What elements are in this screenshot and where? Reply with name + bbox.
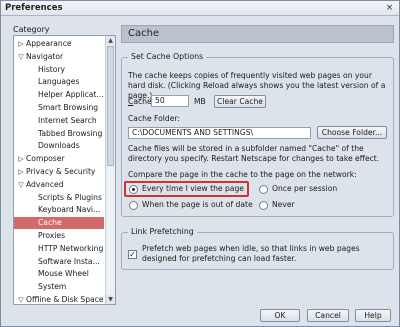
radio-out-of-date[interactable] <box>129 201 138 210</box>
category-item-label: Cache <box>38 218 62 228</box>
link-prefetch-title: Link Prefetching <box>128 227 197 236</box>
category-item-label: Downloads <box>38 141 80 151</box>
category-item-label: Scripts & Plugins <box>38 192 102 202</box>
category-item[interactable]: ▽ Offline & Disk Space <box>14 294 104 304</box>
category-item[interactable]: Tabbed Browsing <box>14 128 104 140</box>
category-item-label: Offline & Disk Space <box>26 295 104 304</box>
category-item[interactable]: Cache <box>14 217 104 230</box>
category-item[interactable]: Languages <box>14 76 104 88</box>
category-item[interactable]: HTTP Networking <box>14 243 104 255</box>
category-item-label: Privacy & Security <box>26 167 96 176</box>
title-bar: Preferences × <box>1 1 399 16</box>
category-item[interactable]: Mouse Wheel <box>14 268 104 280</box>
category-item-label: HTTP Networking <box>38 243 104 253</box>
collapsed-twisty-icon[interactable]: ▷ <box>16 153 26 165</box>
category-item[interactable]: Internet Search <box>14 115 104 127</box>
compare-label: Compare the page in the cache to the pag… <box>128 170 357 179</box>
category-item[interactable]: ▷ Privacy & Security <box>14 166 104 178</box>
category-item-label: Smart Browsing <box>38 103 99 112</box>
category-item[interactable]: Software Insta... <box>14 256 104 268</box>
radio-never-label[interactable]: Never <box>272 200 295 210</box>
cache-folder-note: Cache files will be stored in a subfolde… <box>128 144 380 163</box>
radio-once-per-session[interactable] <box>259 185 268 194</box>
category-item-label: Advanced <box>26 179 64 189</box>
category-item-label: Mouse Wheel <box>38 269 89 279</box>
category-item[interactable]: Smart Browsing <box>14 102 104 114</box>
ok-button[interactable]: OK <box>260 309 300 322</box>
category-item[interactable]: System <box>14 281 104 293</box>
category-item-label: Keyboard Navi... <box>38 205 101 215</box>
category-label: Category <box>13 25 50 34</box>
category-scrollbar[interactable]: ▲ ▼ <box>105 36 115 304</box>
radio-every-time[interactable] <box>129 185 138 194</box>
category-item-label: System <box>38 282 67 292</box>
category-item[interactable]: ▷ Appearance <box>14 38 104 50</box>
category-item[interactable]: History <box>14 64 104 76</box>
collapsed-twisty-icon[interactable]: ▷ <box>16 38 26 50</box>
help-button[interactable]: Help <box>355 309 391 322</box>
category-item[interactable]: ▷ Composer <box>14 153 104 165</box>
category-item[interactable]: Keyboard Navi... <box>14 204 104 216</box>
preferences-window: Preferences × Category ▽ Offline & Disk S… <box>0 0 400 327</box>
window-title: Preferences <box>5 3 63 13</box>
expanded-twisty-icon[interactable]: ▽ <box>16 294 26 304</box>
expanded-twisty-icon[interactable]: ▽ <box>16 179 26 191</box>
choose-folder-button[interactable]: Choose Folder... <box>317 126 387 139</box>
radio-never[interactable] <box>259 201 268 210</box>
collapsed-twisty-icon[interactable]: ▷ <box>16 166 26 178</box>
cache-folder-input[interactable]: C:\DOCUMENTS AND SETTINGS\ <box>128 127 311 139</box>
panel-header: Cache <box>121 25 394 43</box>
category-item-label: History <box>38 64 66 74</box>
category-item[interactable]: Scripts & Plugins <box>14 192 104 204</box>
category-item-label: Software Insta... <box>38 256 100 266</box>
cache-size-input[interactable]: 50 <box>151 95 189 107</box>
category-item-label: Navigator <box>26 51 64 61</box>
category-item-label: Languages <box>38 77 80 87</box>
cache-options-title: Set Cache Options <box>128 52 207 61</box>
category-item[interactable]: Helper Applicat... <box>14 89 104 101</box>
category-item[interactable]: Downloads <box>14 140 104 152</box>
radio-every-time-label[interactable]: Every time I view the page <box>142 184 244 194</box>
radio-once-label[interactable]: Once per session <box>272 184 337 194</box>
category-item[interactable]: ▽ Advanced <box>14 179 104 191</box>
category-item-label: Helper Applicat... <box>38 90 104 100</box>
close-icon[interactable]: × <box>384 3 395 13</box>
prefetch-checkbox[interactable]: ✓ <box>128 250 137 259</box>
category-item-label: Internet Search <box>38 115 97 125</box>
cancel-button[interactable]: Cancel <box>307 309 349 322</box>
scroll-up-icon[interactable]: ▲ <box>106 36 115 45</box>
category-item-label: Tabbed Browsing <box>38 128 103 138</box>
prefetch-label[interactable]: Prefetch web pages when idle, so that li… <box>142 244 392 264</box>
radio-out-of-date-label[interactable]: When the page is out of date <box>142 200 253 210</box>
category-item[interactable]: ▽ Navigator <box>14 51 104 63</box>
cache-folder-label: Cache Folder: <box>128 114 180 123</box>
category-tree[interactable]: ▽ Offline & Disk Space System Mouse Wheel So… <box>13 35 116 305</box>
expanded-twisty-icon[interactable]: ▽ <box>16 51 26 63</box>
category-item[interactable]: Proxies <box>14 230 104 242</box>
panel-title: Cache <box>128 28 160 39</box>
scroll-down-icon[interactable]: ▼ <box>106 295 115 304</box>
scroll-thumb[interactable] <box>107 46 114 166</box>
category-item-label: Appearance <box>26 39 72 48</box>
category-item-label: Proxies <box>38 231 66 240</box>
category-item-label: Composer <box>26 154 65 164</box>
clear-cache-button[interactable]: Clear Cache <box>214 95 266 108</box>
cache-unit: MB <box>194 97 206 106</box>
